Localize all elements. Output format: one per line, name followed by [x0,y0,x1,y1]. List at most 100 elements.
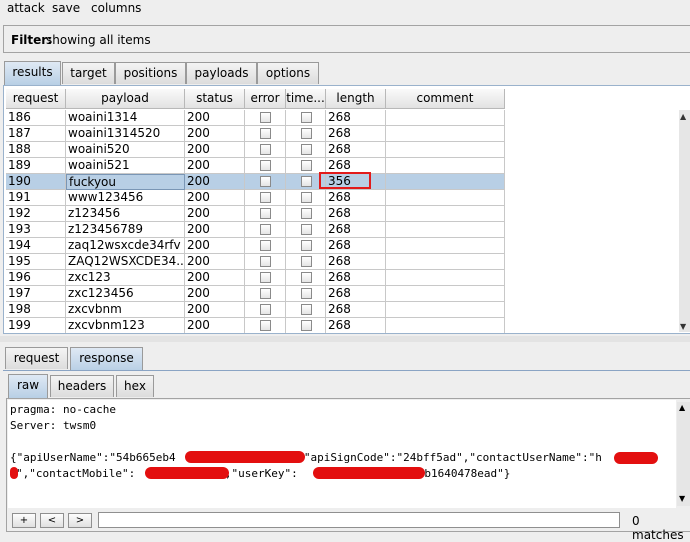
tab-results[interactable]: results [4,61,61,85]
error-checkbox[interactable] [260,144,271,155]
table-scrollbar[interactable]: ▲ ▼ [679,110,690,332]
tab-positions[interactable]: positions [115,62,186,84]
cell-status: 200 [185,254,245,270]
previous-match-button[interactable]: < [40,513,64,528]
add-search-button[interactable]: + [12,513,36,528]
table-row[interactable]: 197 zxc123456 200 268 [6,286,505,302]
error-checkbox[interactable] [260,288,271,299]
table-row[interactable]: 191 www123456 200 268 [6,190,505,206]
tab-request[interactable]: request [5,347,68,369]
menu-columns[interactable]: columns [91,1,141,15]
timeout-checkbox[interactable] [301,160,312,171]
error-checkbox[interactable] [260,320,271,331]
cell-status: 200 [185,222,245,238]
cell-comment [386,190,505,206]
timeout-checkbox[interactable] [301,320,312,331]
tab-payloads[interactable]: payloads [186,62,257,84]
menu-save[interactable]: save [52,1,80,15]
redaction-mark [145,467,229,479]
timeout-checkbox[interactable] [301,256,312,267]
tab-headers[interactable]: headers [50,375,114,397]
response-scrollbar[interactable]: ▲ ▼ [677,402,690,506]
cell-length: 268 [326,126,386,142]
table-row[interactable]: 187 woaini1314520 200 268 [6,126,505,142]
cell-comment [386,318,505,333]
cell-payload: fuckyou [66,174,185,190]
cell-length: 268 [326,142,386,158]
col-header-timeout[interactable]: time... [286,89,326,109]
cell-error [245,110,286,126]
timeout-checkbox[interactable] [301,112,312,123]
timeout-checkbox[interactable] [301,224,312,235]
table-row[interactable]: 186 woaini1314 200 268 [6,110,505,126]
error-checkbox[interactable] [260,112,271,123]
error-checkbox[interactable] [260,224,271,235]
cell-error [245,142,286,158]
col-header-error[interactable]: error [245,89,286,109]
cell-status: 200 [185,206,245,222]
scroll-down-icon[interactable]: ▼ [680,322,686,331]
error-checkbox[interactable] [260,272,271,283]
menu-bar: attack save columns [0,0,690,19]
search-input[interactable] [98,512,620,528]
filter-bar[interactable]: Filter: showing all items [3,25,690,53]
table-row[interactable]: 196 zxc123 200 268 [6,270,505,286]
cell-length: 268 [326,238,386,254]
timeout-checkbox[interactable] [301,240,312,251]
col-header-payload[interactable]: payload [66,89,185,109]
cell-payload: woaini1314520 [66,126,185,142]
table-row[interactable]: 189 woaini521 200 268 [6,158,505,174]
cell-error [245,126,286,142]
tab-options[interactable]: options [257,62,319,84]
error-checkbox[interactable] [260,304,271,315]
table-row[interactable]: 199 zxcvbnm123 200 268 [6,318,505,333]
scroll-up-icon[interactable]: ▲ [679,403,685,412]
timeout-checkbox[interactable] [301,288,312,299]
error-checkbox[interactable] [260,160,271,171]
col-header-status[interactable]: status [185,89,245,109]
timeout-checkbox[interactable] [301,176,312,187]
error-checkbox[interactable] [260,208,271,219]
next-match-button[interactable]: > [68,513,92,528]
table-row[interactable]: 188 woaini520 200 268 [6,142,505,158]
tab-hex[interactable]: hex [116,375,154,397]
error-checkbox[interactable] [260,176,271,187]
response-text-area[interactable]: pragma: no-cache Server: twsm0 {"apiUser… [8,400,676,508]
timeout-checkbox[interactable] [301,272,312,283]
cell-status: 200 [185,318,245,333]
table-row[interactable]: 193 z123456789 200 268 [6,222,505,238]
cell-comment [386,270,505,286]
error-checkbox[interactable] [260,256,271,267]
cell-timeout [286,254,326,270]
error-checkbox[interactable] [260,128,271,139]
error-checkbox[interactable] [260,240,271,251]
scroll-up-icon[interactable]: ▲ [680,112,686,121]
timeout-checkbox[interactable] [301,192,312,203]
timeout-checkbox[interactable] [301,144,312,155]
cell-error [245,318,286,333]
col-header-request[interactable]: request [6,89,66,109]
tab-response[interactable]: response [70,347,143,371]
cell-request: 195 [6,254,66,270]
table-row[interactable]: 190 fuckyou 200 356 [6,174,505,190]
error-checkbox[interactable] [260,192,271,203]
col-header-length[interactable]: length [326,89,386,109]
tab-target[interactable]: target [62,62,115,84]
col-header-comment[interactable]: comment [386,89,505,109]
timeout-checkbox[interactable] [301,208,312,219]
cell-comment [386,302,505,318]
menu-attack[interactable]: attack [7,1,45,15]
table-row[interactable]: 192 z123456 200 268 [6,206,505,222]
cell-status: 200 [185,270,245,286]
timeout-checkbox[interactable] [301,128,312,139]
scroll-down-icon[interactable]: ▼ [679,494,685,503]
redaction-mark [614,452,658,464]
table-row[interactable]: 198 zxcvbnm 200 268 [6,302,505,318]
table-row[interactable]: 194 zaq12wsxcde34rfv 200 268 [6,238,505,254]
pane-splitter[interactable] [0,336,690,342]
tab-raw[interactable]: raw [8,374,48,398]
cell-comment [386,286,505,302]
cell-request: 188 [6,142,66,158]
table-row[interactable]: 195 ZAQ12WSXCDE34... 200 268 [6,254,505,270]
timeout-checkbox[interactable] [301,304,312,315]
